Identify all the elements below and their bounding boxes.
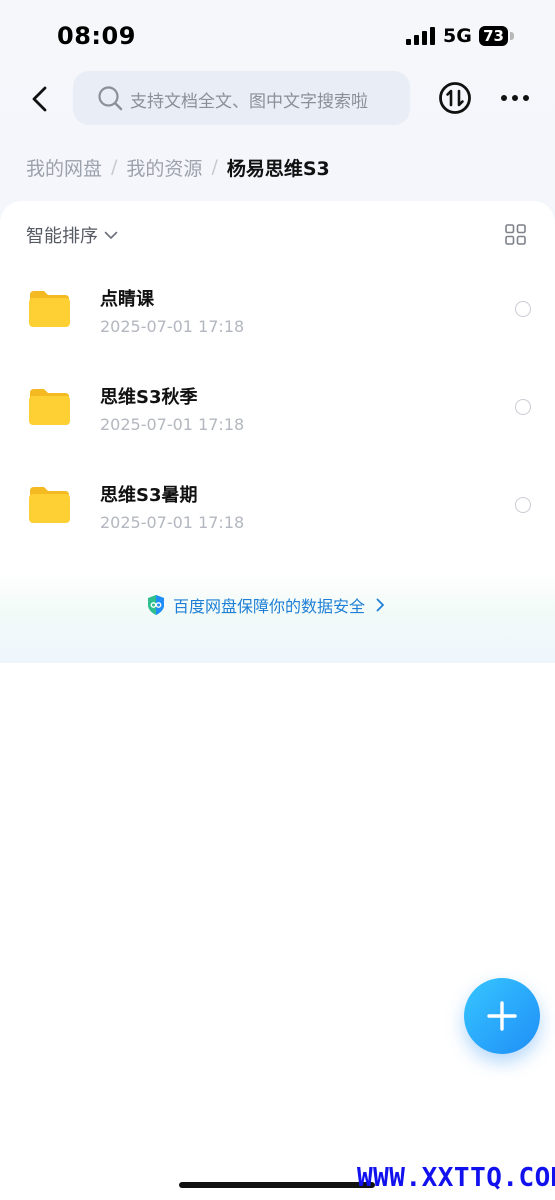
file-name: 思维S3暑期 — [100, 485, 198, 506]
breadcrumb-item-my-resources[interactable]: 我的资源 — [126, 154, 202, 181]
folder-icon — [29, 291, 70, 327]
back-button[interactable] — [22, 80, 60, 118]
file-date: 2025-07-01 17:18 — [100, 513, 245, 532]
search-icon — [98, 86, 123, 111]
shield-icon — [148, 595, 164, 615]
home-indicator — [179, 1182, 375, 1188]
status-bar: 08:09 5G 73 — [0, 0, 555, 72]
list-item[interactable]: 思维S3暑期 2025-07-01 17:18 — [0, 461, 555, 559]
plus-icon — [487, 1001, 517, 1031]
sort-label: 智能排序 — [26, 226, 98, 247]
watermark: WWW.XXTTQ.COM — [357, 1163, 555, 1193]
battery-icon: 73 — [479, 26, 515, 46]
folder-icon — [29, 487, 70, 523]
grid-view-icon — [505, 224, 526, 245]
chevron-down-icon — [104, 231, 118, 239]
breadcrumb: 我的网盘 / 我的资源 / 杨易思维S3 — [26, 153, 330, 181]
battery-tip — [510, 32, 514, 40]
file-date: 2025-07-01 17:18 — [100, 317, 245, 336]
folder-icon — [29, 389, 70, 425]
file-list-card: 智能排序 点睛课 2025-07-01 17:18 思维S3秋季 2025-07… — [0, 201, 555, 671]
breadcrumb-separator: / — [111, 156, 118, 178]
safety-link[interactable]: 百度网盘保障你的数据安全 — [146, 593, 385, 617]
cellular-signal-icon — [406, 27, 435, 45]
breadcrumb-separator: / — [211, 156, 218, 178]
battery-level: 73 — [483, 27, 504, 45]
more-dots-icon — [501, 95, 529, 101]
chevron-left-icon — [32, 86, 47, 112]
breadcrumb-item-my-netdisk[interactable]: 我的网盘 — [26, 154, 102, 181]
search-placeholder: 支持文档全文、图中文字搜索啦 — [130, 92, 368, 112]
add-button[interactable] — [464, 978, 540, 1054]
network-type: 5G — [443, 25, 472, 47]
file-date: 2025-07-01 17:18 — [100, 415, 245, 434]
safety-text: 百度网盘保障你的数据安全 — [173, 597, 366, 616]
search-input[interactable]: 支持文档全文、图中文字搜索啦 — [73, 71, 410, 125]
chevron-right-icon — [376, 598, 384, 612]
transfer-button[interactable] — [438, 81, 472, 115]
transfer-icon — [439, 82, 471, 114]
select-checkbox[interactable] — [515, 301, 531, 317]
file-name: 点睛课 — [100, 289, 154, 310]
more-button[interactable] — [497, 86, 533, 110]
select-checkbox[interactable] — [515, 497, 531, 513]
list-item[interactable]: 点睛课 2025-07-01 17:18 — [0, 265, 555, 363]
safety-banner: 百度网盘保障你的数据安全 — [0, 571, 555, 663]
grid-view-button[interactable] — [505, 224, 526, 245]
list-item[interactable]: 思维S3秋季 2025-07-01 17:18 — [0, 363, 555, 461]
status-time: 08:09 — [57, 22, 136, 50]
breadcrumb-current: 杨易思维S3 — [226, 157, 330, 180]
select-checkbox[interactable] — [515, 399, 531, 415]
file-name: 思维S3秋季 — [100, 387, 198, 408]
sort-dropdown[interactable]: 智能排序 — [26, 222, 118, 248]
